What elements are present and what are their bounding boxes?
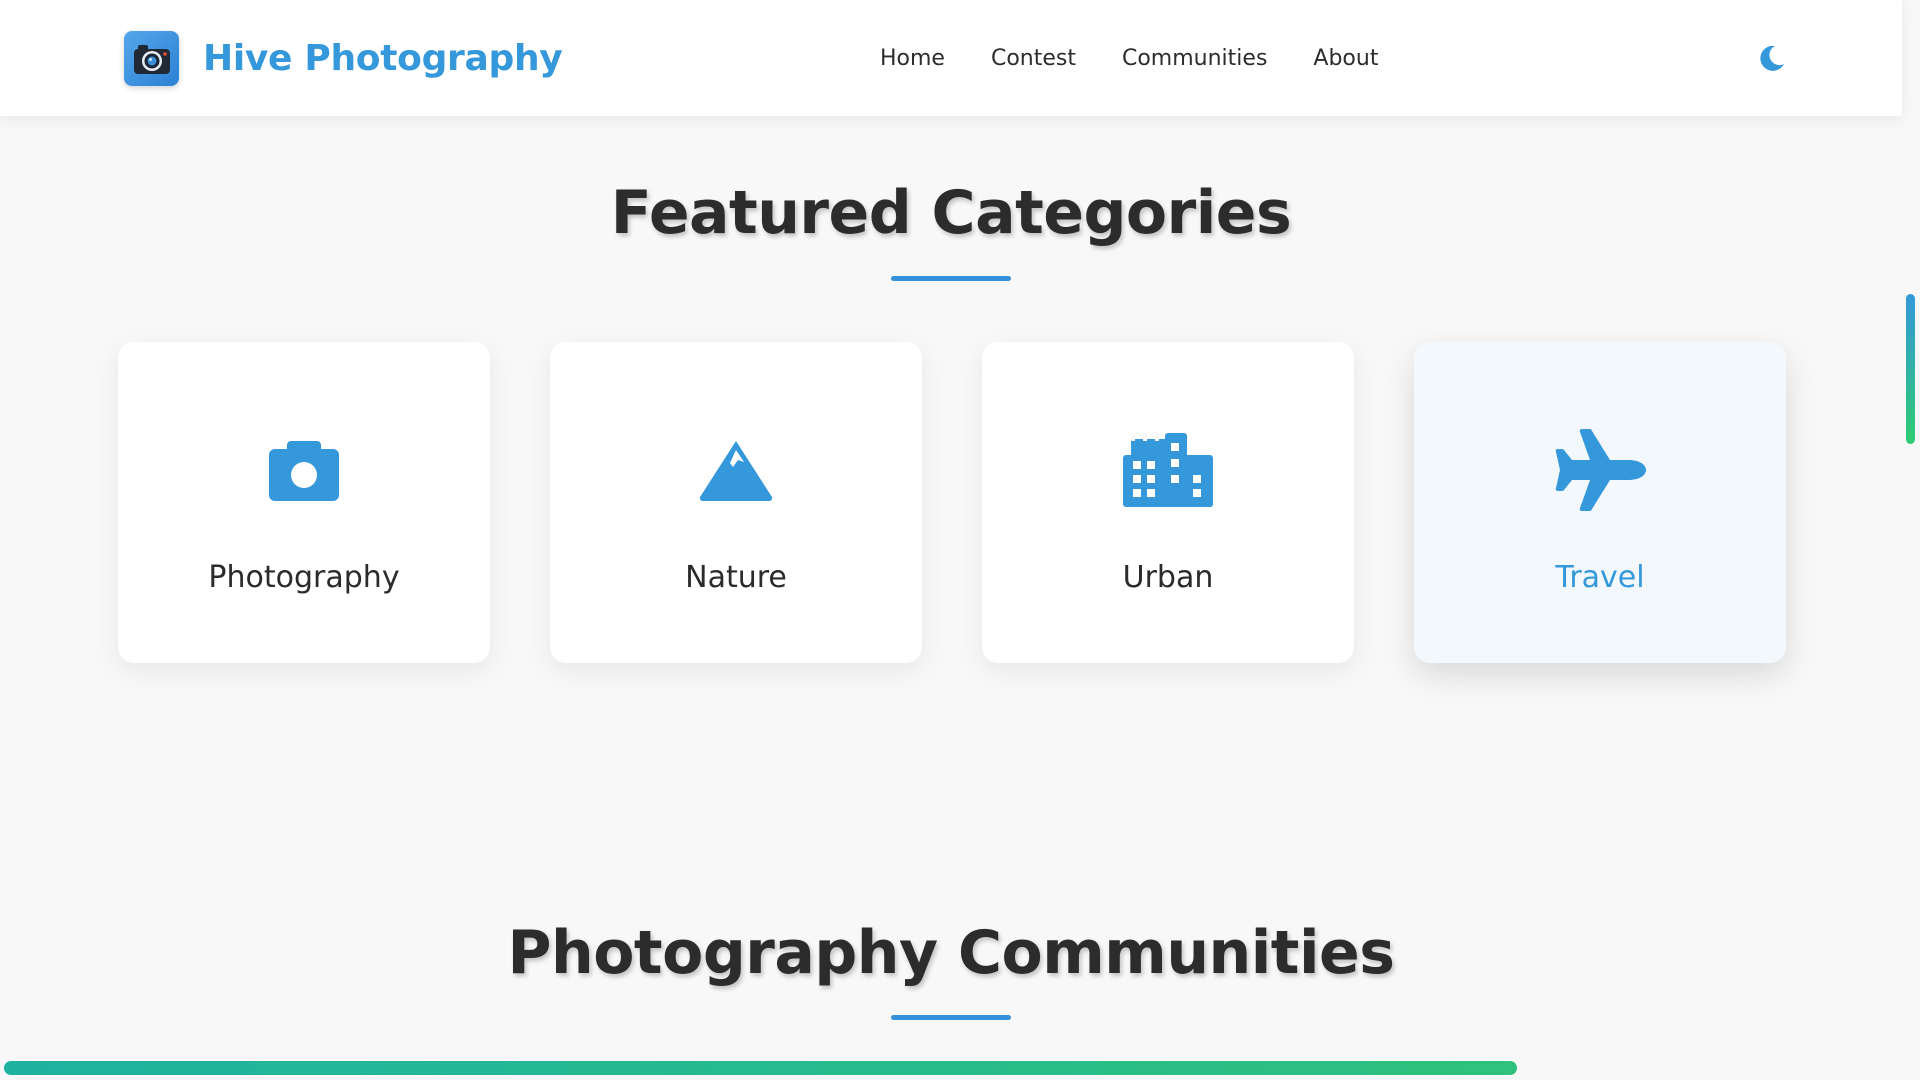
brand-name[interactable]: Hive Photography	[203, 35, 563, 83]
camera-icon	[256, 422, 352, 518]
vertical-scroll-indicator[interactable]	[1906, 294, 1915, 444]
category-card-travel[interactable]: Travel	[1414, 342, 1786, 663]
featured-title-underline	[891, 276, 1011, 281]
communities-heading: Photography Communities	[507, 918, 1395, 988]
mountain-icon	[688, 422, 784, 518]
nav-home[interactable]: Home	[880, 44, 945, 74]
site-header: Hive Photography Home Contest Communitie…	[0, 0, 1902, 116]
nav-communities[interactable]: Communities	[1122, 44, 1267, 74]
theme-toggle-button[interactable]	[1756, 42, 1788, 74]
city-icon	[1120, 422, 1216, 518]
moon-icon	[1760, 45, 1784, 71]
card-label-photography: Photography	[208, 560, 400, 595]
nav-about[interactable]: About	[1313, 44, 1378, 74]
category-card-urban[interactable]: Urban	[982, 342, 1354, 663]
category-card-photography[interactable]: Photography	[118, 342, 490, 663]
category-card-nature[interactable]: Nature	[550, 342, 922, 663]
communities-title-underline	[891, 1015, 1011, 1020]
main-nav: Home Contest Communities About	[880, 44, 1378, 74]
nav-contest[interactable]: Contest	[991, 44, 1076, 74]
card-label-nature: Nature	[685, 560, 787, 595]
featured-categories-heading: Featured Categories	[610, 178, 1292, 248]
scroll-progress-bar	[4, 1061, 1517, 1075]
card-label-urban: Urban	[1122, 560, 1214, 595]
plane-icon	[1552, 422, 1648, 518]
card-label-travel: Travel	[1555, 560, 1645, 595]
camera-logo-icon[interactable]	[124, 31, 179, 86]
